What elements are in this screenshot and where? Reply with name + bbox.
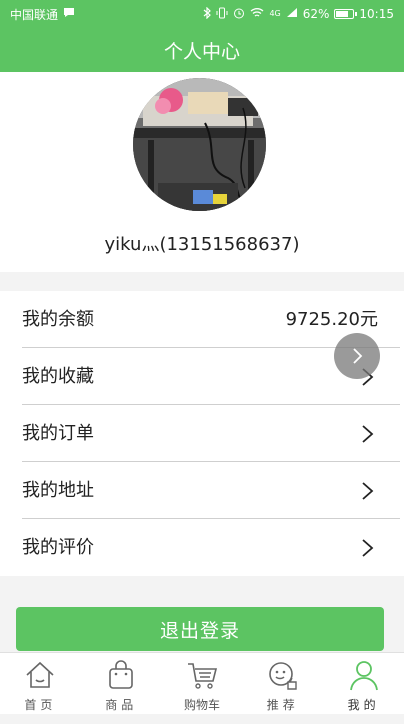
tab-label: 商品 <box>105 698 138 712</box>
tab-label: 首页 <box>24 698 57 712</box>
tab-recommend[interactable]: 推荐 <box>242 653 323 714</box>
bluetooth-icon <box>203 6 212 21</box>
battery-icon <box>334 9 358 19</box>
menu-item-label: 我的地址 <box>22 480 94 501</box>
chevron-right-icon <box>362 425 374 443</box>
carrier-name: 中国联通 <box>10 7 59 22</box>
tab-label: 推荐 <box>266 698 299 712</box>
menu-item-label: 我的评价 <box>22 537 94 558</box>
logout-button[interactable]: 退出登录 <box>16 607 384 651</box>
network-type: 4G <box>269 9 281 18</box>
menu-list: 我的余额 9725.20元 我的收藏 我的订单 我的地址 我的评价 <box>0 291 404 576</box>
user-icon <box>349 661 378 691</box>
message-icon <box>63 7 75 21</box>
menu-item-address[interactable]: 我的地址 <box>0 462 404 519</box>
recommend-icon <box>268 662 297 690</box>
profile-section: yiku灬(13151568637) <box>0 72 404 272</box>
menu-item-label: 我的订单 <box>22 423 94 444</box>
logout-label: 退出登录 <box>159 619 240 642</box>
tab-cart[interactable]: 购物车 <box>162 653 243 714</box>
tab-products[interactable]: 商品 <box>81 653 162 714</box>
chevron-right-icon <box>362 482 374 500</box>
menu-item-label: 我的收藏 <box>22 366 94 387</box>
wifi-icon <box>250 7 264 21</box>
floating-assistive-button[interactable] <box>334 333 380 379</box>
menu-item-orders[interactable]: 我的订单 <box>0 405 404 462</box>
tab-label: 购物车 <box>183 698 220 712</box>
battery-percent: 62% <box>302 7 330 21</box>
chevron-right-icon <box>353 348 363 364</box>
page-title: 个人中心 <box>163 40 240 63</box>
tab-home[interactable]: 首页 <box>0 653 81 714</box>
signal-icon <box>286 7 298 21</box>
tab-label: 我的 <box>347 698 380 712</box>
balance-label: 我的余额 <box>22 309 94 330</box>
avatar-photo <box>133 78 266 211</box>
tab-me[interactable]: 我的 <box>323 653 404 714</box>
vibrate-icon <box>216 7 228 22</box>
shopping-bag-icon <box>109 660 133 689</box>
avatar[interactable] <box>133 78 266 211</box>
bottom-strip <box>0 714 404 724</box>
alarm-icon <box>233 7 245 22</box>
cart-icon <box>187 663 218 689</box>
clock-time: 10:15 <box>359 7 394 21</box>
title-bar: 个人中心 <box>0 28 404 72</box>
bottom-tab-bar: 首页 商品 购物车 推荐 我的 <box>0 652 404 714</box>
chevron-right-icon <box>362 539 374 557</box>
username: yiku灬(13151568637) <box>104 234 300 255</box>
status-bar: 中国联通 4G 62% 10:15 <box>0 0 404 28</box>
menu-item-reviews[interactable]: 我的评价 <box>0 519 404 576</box>
home-icon <box>26 661 54 688</box>
